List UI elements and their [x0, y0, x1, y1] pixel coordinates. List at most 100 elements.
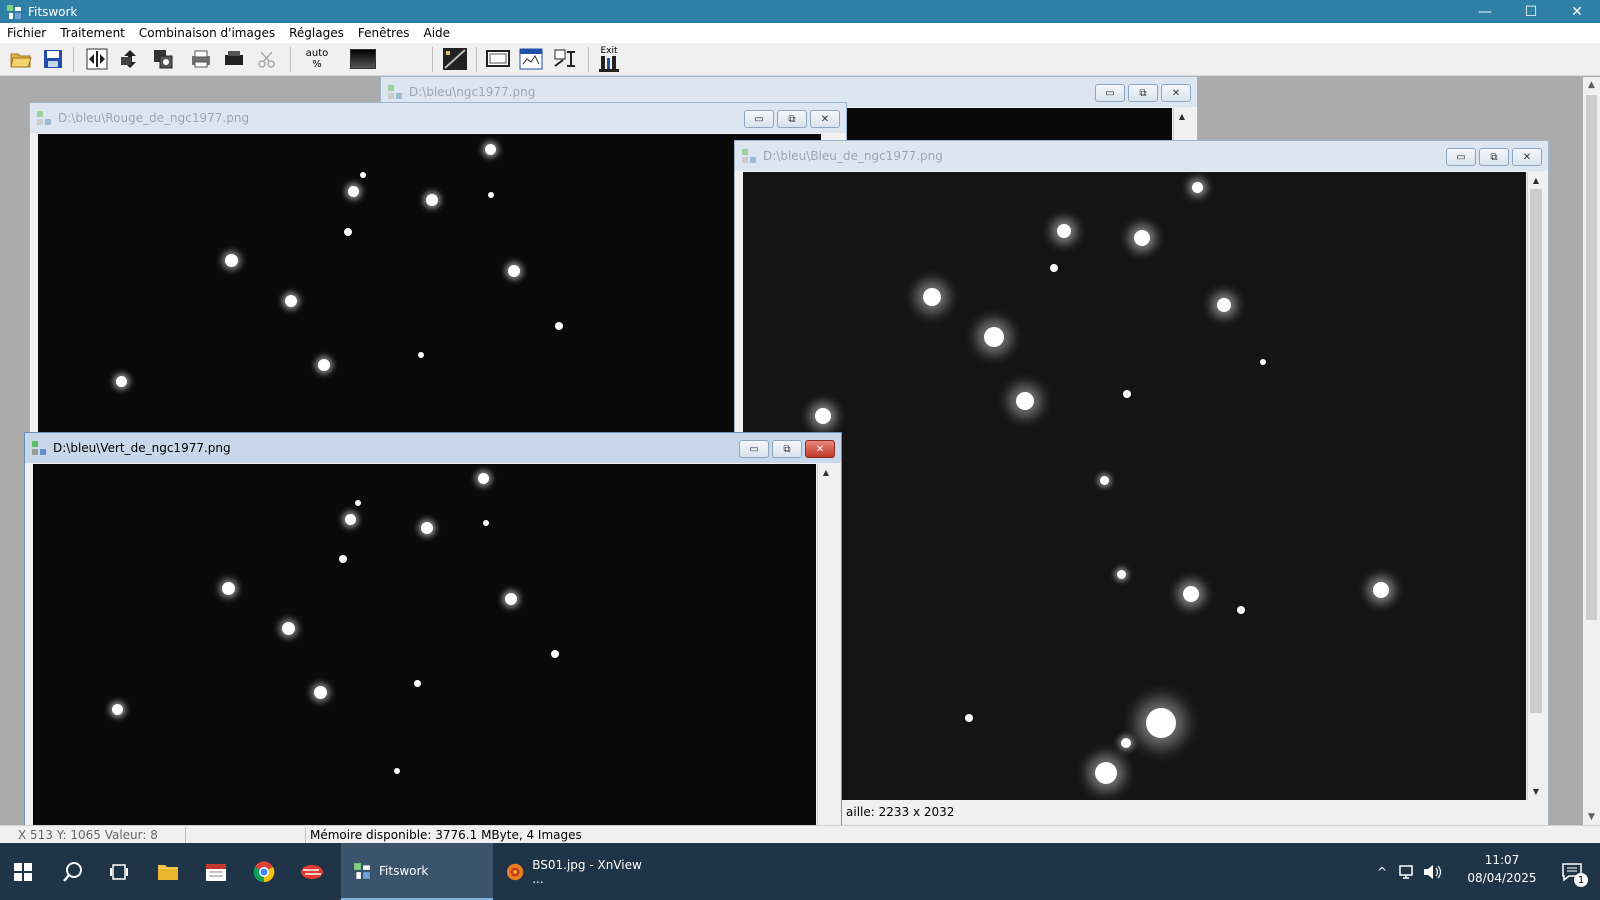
- star: [984, 327, 1004, 347]
- menu-reglages[interactable]: Réglages: [282, 23, 351, 43]
- star: [1183, 586, 1199, 602]
- window-restore-button[interactable]: ⧉: [1128, 84, 1158, 102]
- close-button[interactable]: ✕: [1554, 0, 1600, 23]
- scroll-thumb[interactable]: [1530, 189, 1542, 713]
- chrome-button[interactable]: [241, 843, 287, 900]
- menu-combinaison-images[interactable]: Combinaison d'images: [132, 23, 282, 43]
- open-icon[interactable]: [8, 46, 34, 72]
- app-button-2[interactable]: [193, 843, 239, 900]
- search-button[interactable]: [50, 843, 96, 900]
- scroll-up-icon[interactable]: ▲: [1528, 172, 1544, 188]
- star: [1117, 570, 1126, 579]
- star: [225, 254, 238, 267]
- window-minimize-button[interactable]: ▭: [1446, 148, 1476, 166]
- star: [345, 514, 356, 525]
- status-memory: Mémoire disponible: 3776.1 MByte, 4 Imag…: [310, 827, 582, 842]
- star: [318, 359, 330, 371]
- window-scrollbar[interactable]: ▲: [817, 464, 834, 838]
- window-title: D:\bleu\Bleu_de_ngc1977.png: [763, 149, 943, 163]
- star: [505, 593, 517, 605]
- notification-button[interactable]: 1: [1552, 843, 1592, 900]
- gradient-icon[interactable]: [350, 46, 376, 72]
- scroll-down-icon[interactable]: ▼: [1528, 783, 1544, 799]
- window-scrollbar[interactable]: ▲ ▼: [1527, 172, 1544, 800]
- maximize-button[interactable]: ☐: [1508, 0, 1554, 23]
- scroll-down-icon[interactable]: ▼: [1583, 809, 1600, 825]
- star: [222, 582, 235, 595]
- star: [1146, 708, 1176, 738]
- window-bleu[interactable]: D:\bleu\Bleu_de_ngc1977.png ▭ ⧉ ✕ ▲ ▼ ai…: [734, 140, 1549, 826]
- window-restore-button[interactable]: ⧉: [772, 440, 802, 458]
- window-close-button[interactable]: ✕: [805, 440, 835, 458]
- star: [314, 686, 327, 699]
- star: [1100, 476, 1109, 485]
- star: [344, 228, 352, 236]
- star: [418, 352, 424, 358]
- copy-channels-icon[interactable]: [150, 46, 176, 72]
- star: [394, 768, 400, 774]
- menu-fichier[interactable]: Fichier: [0, 23, 53, 43]
- menu-fenetres[interactable]: Fenêtres: [351, 23, 417, 43]
- star: [1121, 738, 1131, 748]
- print-icon[interactable]: [188, 46, 214, 72]
- star: [555, 322, 563, 330]
- auto-percent-icon[interactable]: auto%: [303, 46, 331, 72]
- window-title-bar[interactable]: D:\bleu\Bleu_de_ngc1977.png: [735, 141, 1548, 171]
- star: [551, 650, 559, 658]
- image-canvas[interactable]: [743, 172, 1526, 800]
- exit-icon[interactable]: Exit: [596, 46, 622, 72]
- app-button-red[interactable]: [289, 843, 335, 900]
- task-view-icon: [110, 863, 128, 880]
- window-vert[interactable]: D:\bleu\Vert_de_ngc1977.png ▭ ⧉ ✕ ▲: [24, 432, 842, 838]
- status-empty: [186, 826, 306, 843]
- notification-badge: 1: [1574, 873, 1588, 887]
- window-close-button[interactable]: ✕: [1161, 84, 1191, 102]
- window-restore-button[interactable]: ⧉: [777, 110, 807, 128]
- star: [508, 265, 520, 277]
- window-close-button[interactable]: ✕: [810, 110, 840, 128]
- file-explorer-button[interactable]: [145, 843, 191, 900]
- flip-vertical-icon[interactable]: [117, 46, 143, 72]
- clock[interactable]: 11:07 08/04/2025: [1462, 851, 1542, 887]
- display-icon[interactable]: [485, 46, 511, 72]
- start-button[interactable]: [0, 843, 46, 900]
- scroll-up-icon[interactable]: ▲: [1174, 108, 1190, 124]
- window-minimize-button[interactable]: ▭: [739, 440, 769, 458]
- measure-icon[interactable]: [552, 46, 578, 72]
- window-minimize-button[interactable]: ▭: [1095, 84, 1125, 102]
- scroll-thumb[interactable]: [1586, 95, 1597, 620]
- menu-bar: Fichier Traitement Combinaison d'images …: [0, 23, 1600, 43]
- scroll-up-icon[interactable]: ▲: [818, 464, 834, 480]
- search-icon: [63, 861, 82, 882]
- window-icon[interactable]: [518, 46, 544, 72]
- workspace-scrollbar[interactable]: ▲ ▼: [1583, 77, 1600, 825]
- star: [478, 473, 489, 484]
- minimize-button[interactable]: —: [1462, 0, 1508, 23]
- image-window-icon: [37, 111, 51, 125]
- star: [483, 520, 489, 526]
- scissors-icon[interactable]: [254, 46, 280, 72]
- flip-horizontal-icon[interactable]: [84, 46, 110, 72]
- taskbar-app-fitswork[interactable]: Fitswork: [341, 843, 493, 900]
- menu-aide[interactable]: Aide: [417, 23, 458, 43]
- volume-icon[interactable]: [1422, 864, 1442, 880]
- window-title-bar[interactable]: D:\bleu\Vert_de_ngc1977.png: [25, 433, 841, 463]
- stack-icon[interactable]: [221, 46, 247, 72]
- histogram-icon[interactable]: [442, 46, 468, 72]
- window-title-bar[interactable]: D:\bleu\Rouge_de_ngc1977.png: [30, 103, 846, 133]
- star: [285, 295, 297, 307]
- window-title: D:\bleu\Vert_de_ngc1977.png: [53, 441, 231, 455]
- network-icon[interactable]: [1398, 864, 1418, 880]
- scroll-up-icon[interactable]: ▲: [1583, 77, 1600, 93]
- image-canvas[interactable]: [33, 464, 816, 838]
- star: [414, 680, 421, 687]
- menu-traitement[interactable]: Traitement: [53, 23, 132, 43]
- window-close-button[interactable]: ✕: [1512, 148, 1542, 166]
- window-restore-button[interactable]: ⧉: [1479, 148, 1509, 166]
- taskbar-app-label: BS01.jpg - XnView ...: [532, 857, 642, 886]
- chevron-up-icon[interactable]: ^: [1370, 865, 1394, 879]
- window-minimize-button[interactable]: ▭: [744, 110, 774, 128]
- taskbar-app-xnview[interactable]: BS01.jpg - XnView ...: [494, 843, 646, 900]
- task-view-button[interactable]: [96, 843, 142, 900]
- save-icon[interactable]: [40, 46, 66, 72]
